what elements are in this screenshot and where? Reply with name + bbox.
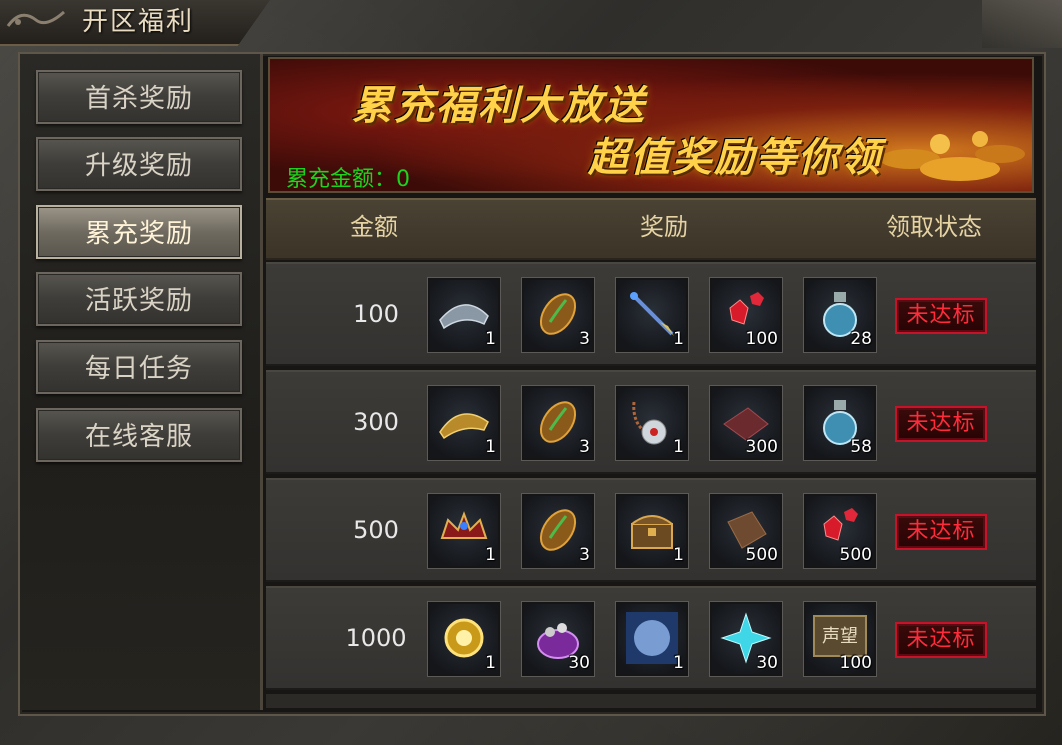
- item-count: 1: [485, 329, 496, 349]
- promo-banner: 累充福利大放送 超值奖励等你领 累充金额：0: [268, 57, 1034, 193]
- sidebar-item-recharge[interactable]: 累充奖励: [36, 205, 242, 259]
- reward-slot[interactable]: 3: [521, 277, 595, 353]
- ice-orb-icon: [626, 612, 678, 664]
- header-amount: 金额: [350, 213, 398, 241]
- reward-slot[interactable]: 3: [521, 385, 595, 461]
- banner-subheadline: 超值奖励等你领: [588, 135, 882, 181]
- item-count: 30: [756, 653, 778, 673]
- claim-status-button[interactable]: 未达标: [895, 298, 987, 334]
- plaque-text: 声望: [822, 626, 858, 647]
- item-count: 30: [568, 653, 590, 673]
- item-count: 1: [673, 653, 684, 673]
- reward-slot[interactable]: 1: [615, 493, 689, 569]
- item-count: 3: [579, 437, 590, 457]
- reward-slot[interactable]: 1: [427, 601, 501, 677]
- crown-icon: [440, 511, 488, 539]
- reward-slot[interactable]: 1: [427, 385, 501, 461]
- item-count: 1: [673, 437, 684, 457]
- hat-icon: [439, 304, 489, 330]
- item-count: 3: [579, 545, 590, 565]
- reward-slot[interactable]: 100: [709, 277, 783, 353]
- dagger-icon: [630, 292, 674, 336]
- jade-stone-icon: [539, 401, 577, 443]
- reward-row-500: 500 1 3 1 500 500 未达标: [266, 478, 1036, 582]
- reward-slot[interactable]: 1: [615, 601, 689, 677]
- reward-slot[interactable]: 30: [521, 601, 595, 677]
- item-count: 100: [839, 653, 872, 673]
- title-bar: 开区福利: [0, 0, 270, 46]
- item-count: 28: [850, 329, 872, 349]
- jade-stone-icon: [539, 293, 577, 335]
- sidebar-item-online-service[interactable]: 在线客服: [36, 408, 242, 462]
- table-footer: [266, 694, 1036, 708]
- table-header: 金额 奖励 领取状态: [266, 198, 1036, 260]
- reward-slot[interactable]: 1: [615, 277, 689, 353]
- header-reward: 奖励: [640, 213, 688, 241]
- reward-slot[interactable]: 28: [803, 277, 877, 353]
- reward-slot[interactable]: 30: [709, 601, 783, 677]
- sidebar-item-daily-task[interactable]: 每日任务: [36, 340, 242, 394]
- item-count: 500: [745, 545, 778, 565]
- jade-stone-icon: [539, 509, 577, 551]
- necklace-icon: [632, 401, 667, 445]
- gold-coins-icon: [880, 131, 1025, 181]
- sidebar-item-level-up[interactable]: 升级奖励: [36, 137, 242, 191]
- window-corner-ornament: [982, 0, 1062, 48]
- reward-slot[interactable]: 声望 100: [803, 601, 877, 677]
- item-count: 1: [673, 545, 684, 565]
- golden-hat-icon: [439, 413, 489, 440]
- item-count: 1: [485, 545, 496, 565]
- row-amount: 1000: [345, 624, 407, 652]
- reward-slot[interactable]: 58: [803, 385, 877, 461]
- sidebar-item-activity[interactable]: 活跃奖励: [36, 272, 242, 326]
- item-count: 1: [485, 437, 496, 457]
- item-count: 100: [745, 329, 778, 349]
- reward-row-1000: 1000 1 30 1 30 声望 100 未达标: [266, 586, 1036, 690]
- item-count: 1: [673, 329, 684, 349]
- reward-row-100: 100 1 3 1 100 28 未达标: [266, 262, 1036, 366]
- reward-slot[interactable]: 300: [709, 385, 783, 461]
- item-count: 3: [579, 329, 590, 349]
- reward-slot[interactable]: 3: [521, 493, 595, 569]
- banner-headline: 累充福利大放送: [352, 83, 646, 129]
- dragon-ornament-icon: [6, 6, 66, 36]
- row-amount: 300: [353, 408, 399, 436]
- sidebar: 首杀奖励 升级奖励 累充奖励 活跃奖励 每日任务 在线客服: [20, 54, 263, 710]
- reward-row-300: 300 1 3 1 300 58 未达标: [266, 370, 1036, 474]
- reward-slot[interactable]: 500: [803, 493, 877, 569]
- reward-slot[interactable]: 500: [709, 493, 783, 569]
- row-amount: 500: [353, 516, 399, 544]
- window-title: 开区福利: [82, 7, 195, 37]
- reward-slot[interactable]: 1: [427, 493, 501, 569]
- item-count: 300: [745, 437, 778, 457]
- item-count: 500: [839, 545, 872, 565]
- claim-status-button[interactable]: 未达标: [895, 406, 987, 442]
- header-status: 领取状态: [886, 213, 982, 241]
- item-count: 58: [850, 437, 872, 457]
- claim-status-button[interactable]: 未达标: [895, 514, 987, 550]
- golden-emblem-icon: [444, 618, 484, 658]
- recharge-total: 累充金额：0: [286, 167, 410, 192]
- reward-slot[interactable]: 1: [427, 277, 501, 353]
- item-count: 1: [485, 653, 496, 673]
- treasure-chest-icon: [631, 515, 673, 549]
- reward-slot[interactable]: 1: [615, 385, 689, 461]
- sidebar-item-first-kill[interactable]: 首杀奖励: [36, 70, 242, 124]
- row-amount: 100: [353, 300, 399, 328]
- claim-status-button[interactable]: 未达标: [895, 622, 987, 658]
